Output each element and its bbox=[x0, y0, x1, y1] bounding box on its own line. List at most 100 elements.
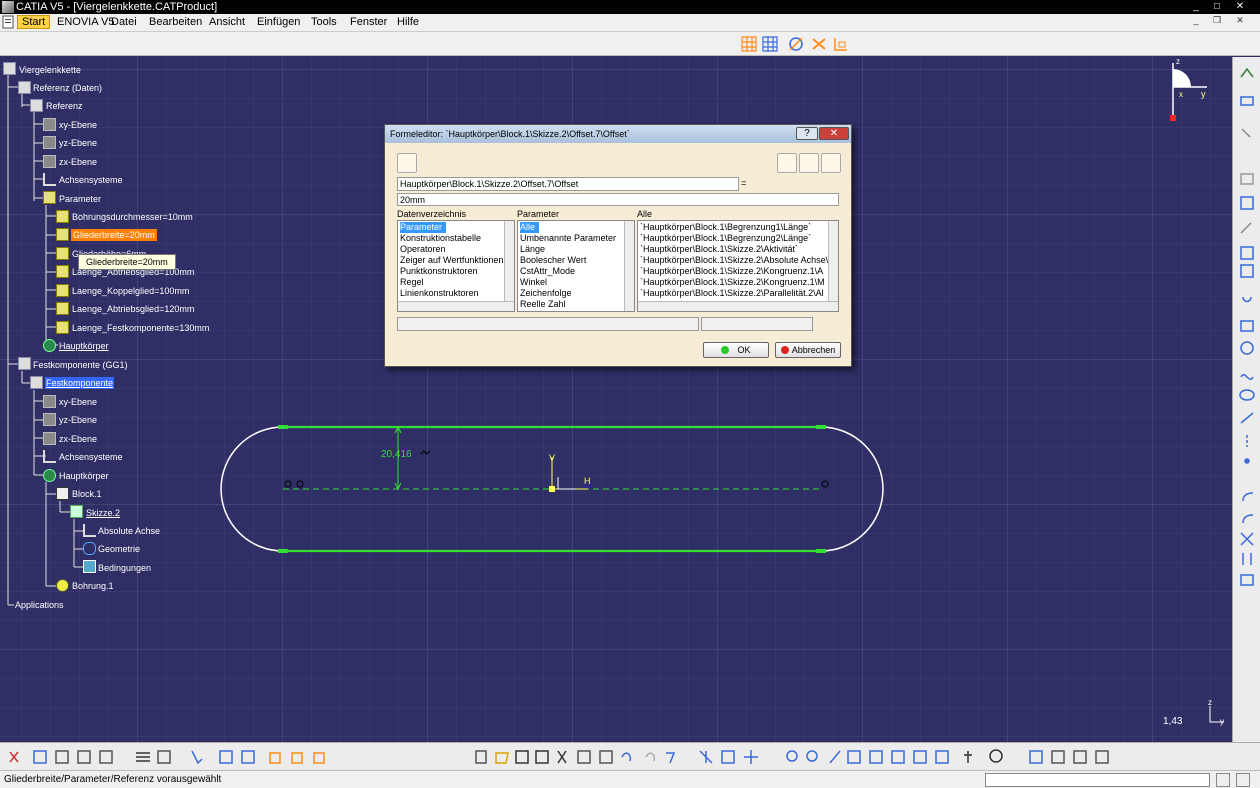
list-item[interactable]: `Hauptkörper\Block.1\Skizze.2\Aktivität` bbox=[640, 244, 798, 255]
formula-input[interactable]: 20mm bbox=[397, 193, 839, 206]
tree-node-param-koppel[interactable]: Laenge_Koppelglied=100mm bbox=[72, 285, 189, 297]
tree-node-param-abtrieb-2[interactable]: Laenge_Abtriebsglied=120mm bbox=[72, 303, 194, 315]
list-item[interactable]: `Hauptkörper\Block.1\Skizze.2\Absolute A… bbox=[640, 255, 828, 266]
tree-node-bedingungen[interactable]: Bedingungen bbox=[98, 562, 151, 574]
tree-node-festkomponente-gg1[interactable]: Festkomponente (GG1) bbox=[33, 359, 128, 371]
tree-node-yz-plane[interactable]: yz-Ebene bbox=[59, 137, 97, 149]
menu-tools[interactable]: Tools bbox=[311, 16, 337, 28]
menu-enovia[interactable]: ENOVIA V5 bbox=[57, 16, 114, 28]
document-icon[interactable] bbox=[2, 15, 14, 29]
tree-node-parameter[interactable]: Parameter bbox=[59, 193, 101, 205]
list-item[interactable]: Zeiger auf Wertfunktionen bbox=[400, 255, 503, 266]
menu-bearbeiten[interactable]: Bearbeiten bbox=[149, 16, 202, 28]
dialog-close-button[interactable]: ✕ bbox=[819, 127, 849, 140]
status-help-icon[interactable] bbox=[1236, 773, 1250, 787]
catia-app-icon[interactable] bbox=[2, 1, 14, 13]
list-item[interactable]: `Hauptkörper\Block.1\Skizze.2\Kongruenz.… bbox=[640, 277, 825, 288]
list-item[interactable]: Linienkonstruktoren bbox=[400, 288, 479, 299]
plane-icon bbox=[43, 118, 56, 131]
snap-grid-icon[interactable] bbox=[761, 35, 779, 53]
col2-header: Parameter bbox=[517, 209, 560, 219]
right-arc[interactable] bbox=[820, 426, 884, 552]
tree-node-hauptkoerper-1[interactable]: Hauptkörper bbox=[59, 340, 109, 352]
tree-node-param-bohrung[interactable]: Bohrungsdurchmesser=10mm bbox=[72, 211, 193, 223]
list-item[interactable]: Länge bbox=[520, 244, 545, 255]
construction-icon[interactable] bbox=[787, 35, 805, 53]
cancel-button[interactable]: Abbrechen bbox=[775, 342, 841, 358]
search-parameter-icon[interactable] bbox=[777, 153, 797, 173]
list-item[interactable]: Punktkonstruktoren bbox=[400, 266, 478, 277]
list-item[interactable]: Boolescher Wert bbox=[520, 255, 586, 266]
comment-icon[interactable] bbox=[799, 153, 819, 173]
menu-start[interactable]: Start bbox=[17, 15, 51, 29]
menu-fenster[interactable]: Fenster bbox=[350, 16, 387, 28]
sketcher-tools-icons[interactable] bbox=[1233, 57, 1260, 742]
tree-node-param-fest[interactable]: Laenge_Festkomponente=130mm bbox=[72, 322, 209, 334]
list-hscrollbar[interactable] bbox=[638, 301, 838, 311]
doc-minimize-icon[interactable]: _ bbox=[1190, 15, 1202, 27]
list-item[interactable]: Winkel bbox=[520, 277, 547, 288]
menu-datei[interactable]: Datei bbox=[111, 16, 137, 28]
maximize-icon[interactable]: □ bbox=[1211, 1, 1223, 13]
tree-node-referenz[interactable]: Referenz bbox=[46, 100, 83, 112]
command-input[interactable] bbox=[985, 773, 1210, 787]
tree-node-geometrie[interactable]: Geometrie bbox=[98, 543, 140, 555]
list-item[interactable]: `Hauptkörper\Block.1\Skizze.2\Kongruenz.… bbox=[640, 266, 823, 277]
parameter-type-list[interactable]: Alle Umbenannte Parameter Länge Boolesch… bbox=[517, 220, 635, 312]
tree-node-referenz-daten[interactable]: Referenz (Daten) bbox=[33, 82, 102, 94]
list-item[interactable]: Regel bbox=[400, 277, 424, 288]
tree-node-festkomponente[interactable]: Festkomponente bbox=[45, 377, 115, 389]
list-scrollbar[interactable] bbox=[828, 221, 838, 301]
bottom-toolbar-icons[interactable] bbox=[0, 743, 1260, 771]
menu-hilfe[interactable]: Hilfe bbox=[397, 16, 419, 28]
tree-node-xy-plane[interactable]: xy-Ebene bbox=[59, 119, 97, 131]
list-item[interactable]: `Hauptkörper\Block.1\Skizze.2\Parallelit… bbox=[640, 288, 824, 299]
list-item[interactable]: Reelle Zahl bbox=[520, 299, 566, 310]
doc-restore-icon[interactable]: ❐ bbox=[1211, 15, 1223, 27]
tree-node-applications[interactable]: Applications bbox=[15, 599, 64, 611]
menu-einfuegen[interactable]: Einfügen bbox=[257, 16, 300, 28]
list-item[interactable]: Konstruktionstabelle bbox=[400, 233, 481, 244]
minimize-icon[interactable]: _ bbox=[1190, 1, 1202, 13]
compass[interactable] bbox=[1160, 57, 1216, 123]
eraser-icon[interactable] bbox=[821, 153, 841, 173]
list-scrollbar[interactable] bbox=[504, 221, 514, 301]
power-input-icon[interactable] bbox=[1216, 773, 1230, 787]
list-item[interactable]: `Hauptkörper\Block.1\Begrenzung1\Länge` bbox=[640, 222, 811, 233]
tree-node-zx-plane[interactable]: zx-Ebene bbox=[59, 156, 97, 168]
tree-node-yz-plane-2[interactable]: yz-Ebene bbox=[59, 414, 97, 426]
tree-node-absolute-achse[interactable]: Absolute Achse bbox=[98, 525, 160, 537]
list-item[interactable]: Umbenannte Parameter bbox=[520, 233, 616, 244]
menu-ansicht[interactable]: Ansicht bbox=[209, 16, 245, 28]
tree-node-block1[interactable]: Block.1 bbox=[72, 488, 102, 500]
list-hscrollbar[interactable] bbox=[398, 301, 514, 311]
list-item[interactable]: Zeichenfolge bbox=[520, 288, 572, 299]
formula-wizard-icon[interactable] bbox=[397, 153, 417, 173]
dimension-value[interactable]: 20,416 bbox=[381, 449, 412, 460]
tree-node-hauptkoerper-2[interactable]: Hauptkörper bbox=[59, 470, 109, 482]
doc-close-icon[interactable]: ✕ bbox=[1234, 15, 1246, 27]
data-directory-list[interactable]: Parameter Konstruktionstabelle Operatore… bbox=[397, 220, 515, 312]
tree-node-achsensysteme[interactable]: Achsensysteme bbox=[59, 174, 123, 186]
close-icon[interactable]: ✕ bbox=[1234, 1, 1246, 13]
ok-button[interactable]: OK bbox=[703, 342, 769, 358]
list-scrollbar[interactable] bbox=[624, 221, 634, 311]
parameter-path-field[interactable]: Hauptkörper\Block.1\Skizze.2\Offset.7\Of… bbox=[397, 177, 739, 191]
tree-node-xy-plane-2[interactable]: xy-Ebene bbox=[59, 396, 97, 408]
list-item[interactable]: `Hauptkörper\Block.1\Begrenzung2\Länge` bbox=[640, 233, 811, 244]
tree-node-param-gliederbreite[interactable]: Gliederbreite=20mm bbox=[71, 229, 157, 241]
geometric-constraints-icon[interactable] bbox=[810, 35, 828, 53]
list-item[interactable]: CstAttr_Mode bbox=[520, 266, 575, 277]
dialog-help-button[interactable]: ? bbox=[796, 127, 818, 140]
tree-node-skizze2[interactable]: Skizze.2 bbox=[86, 507, 120, 519]
list-item[interactable]: Parameter bbox=[400, 222, 447, 233]
dimensional-constraints-icon[interactable] bbox=[832, 35, 850, 53]
grid-icon[interactable] bbox=[740, 35, 758, 53]
tree-node-bohrung1[interactable]: Bohrung.1 bbox=[72, 580, 114, 592]
tree-node-zx-plane-2[interactable]: zx-Ebene bbox=[59, 433, 97, 445]
all-parameters-list[interactable]: `Hauptkörper\Block.1\Begrenzung1\Länge` … bbox=[637, 220, 839, 312]
tree-node-viergelenkkette[interactable]: Viergelenkkette bbox=[19, 64, 81, 76]
tree-node-achsensysteme-2[interactable]: Achsensysteme bbox=[59, 451, 123, 463]
list-item[interactable]: Operatoren bbox=[400, 244, 446, 255]
list-item[interactable]: Alle bbox=[520, 222, 540, 233]
